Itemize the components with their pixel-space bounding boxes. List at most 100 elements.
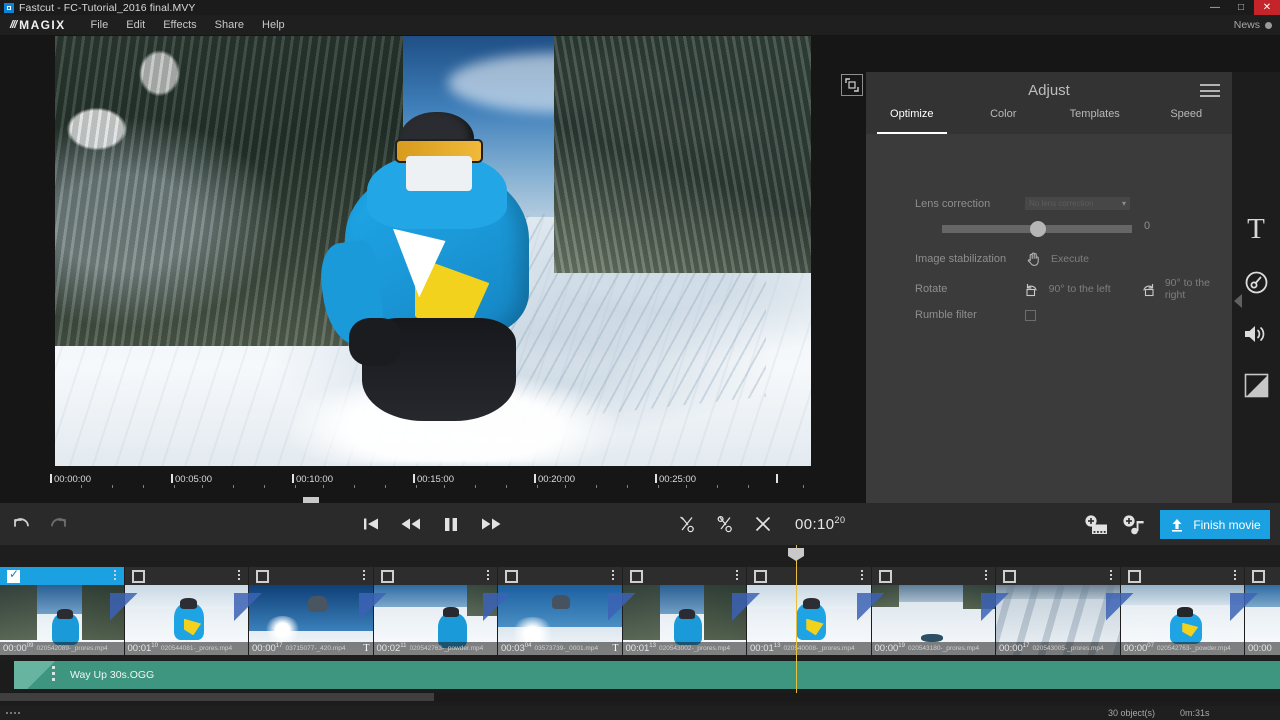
storyboard-playhead[interactable] [788, 545, 804, 693]
scissors-icon[interactable] [714, 513, 736, 535]
clip-header [0, 567, 124, 585]
clip-checkbox[interactable] [878, 569, 892, 583]
clip-menu-icon[interactable] [362, 570, 365, 580]
rotate-left-label[interactable]: 90° to the left [1049, 283, 1126, 295]
clip-checkbox[interactable] [380, 569, 394, 583]
clip-header [249, 567, 373, 585]
hamburger-icon[interactable] [1200, 84, 1220, 97]
storyboard-clip[interactable]: 00:0007 020542763-_powder.mp4 [1120, 567, 1258, 655]
clip-checkbox[interactable] [7, 568, 20, 583]
rumble-filter-checkbox[interactable] [1025, 309, 1036, 321]
fast-forward-icon[interactable] [480, 513, 502, 535]
close-button[interactable]: ✕ [1254, 0, 1280, 15]
tab-color[interactable]: Color [958, 108, 1050, 130]
title-bar: Fastcut - FC-Tutorial_2016 final.MVY — □… [0, 0, 1280, 15]
storyboard-clip[interactable]: 00:0017 020543005-_prores.mp4 [996, 567, 1134, 655]
add-video-icon[interactable] [1084, 514, 1110, 536]
lens-correction-slider[interactable] [942, 221, 1132, 237]
clip-checkbox[interactable] [505, 569, 518, 583]
clip-checkbox[interactable] [256, 569, 269, 583]
clip-menu-icon[interactable] [1109, 570, 1112, 580]
clip-checkbox[interactable] [1252, 569, 1265, 583]
clip-menu-icon[interactable] [1234, 570, 1236, 580]
audio-track[interactable]: Way Up 30s.OGG [14, 661, 1280, 689]
storyboard-clip[interactable]: 00:0113 020543002-_prores.mp4 [622, 567, 760, 655]
clip-checkbox[interactable] [754, 569, 767, 583]
storyboard-clip[interactable]: 00:00 [1245, 567, 1280, 655]
ruler-label: 00:15:00 [417, 474, 454, 485]
minimize-button[interactable]: — [1202, 0, 1228, 15]
execute-button[interactable]: Execute [1051, 253, 1089, 265]
rotate-right-icon[interactable] [1139, 280, 1157, 298]
maximize-button[interactable]: □ [1228, 0, 1254, 15]
pause-icon[interactable] [440, 513, 462, 535]
clip-checkbox[interactable] [131, 569, 145, 583]
storyboard-clip[interactable]: 00:0304 03573739-_0001.mp4 T [498, 567, 636, 655]
clip-info: 00:0017 020543005-_prores.mp4 [996, 642, 1120, 655]
contrast-icon[interactable] [1232, 360, 1280, 410]
speedometer-icon[interactable] [1232, 257, 1280, 307]
work-area: 00:00:00 00:05:00 00:10:00 00:15:00 00:2… [0, 36, 1280, 539]
clip-checkbox[interactable] [1127, 569, 1141, 583]
clip-info: 00:0017 03715077-_420.mp4 T [249, 642, 373, 655]
menu-file[interactable]: File [82, 15, 118, 36]
clip-menu-icon[interactable] [113, 570, 116, 580]
rotate-left-icon[interactable] [1023, 280, 1041, 298]
undo-icon[interactable] [10, 515, 32, 535]
clip-checkbox[interactable] [629, 569, 643, 583]
image-stabilization-label: Image stabilization [915, 253, 1007, 265]
text-icon[interactable]: T [1232, 204, 1280, 254]
horizontal-scrollbar[interactable] [0, 692, 1280, 702]
tab-templates[interactable]: Templates [1049, 108, 1141, 130]
menu-share[interactable]: Share [206, 15, 253, 36]
resize-grip-icon [6, 712, 20, 714]
storyboard: 00:0009020542089-_prores.mp400:011002054… [0, 545, 1280, 660]
tab-optimize[interactable]: Optimize [866, 108, 958, 134]
clip-menu-icon[interactable] [238, 570, 240, 580]
redo-icon[interactable] [48, 515, 70, 535]
storyboard-clip[interactable]: 00:0009020542089-_prores.mp4 [0, 567, 138, 655]
menu-help[interactable]: Help [253, 15, 294, 36]
finish-movie-button[interactable]: Finish movie [1160, 510, 1270, 539]
delete-icon[interactable] [752, 513, 774, 535]
rewind-icon[interactable] [400, 513, 422, 535]
tab-speed[interactable]: Speed [1141, 108, 1233, 130]
scrollbar-thumb[interactable] [0, 693, 434, 701]
clip-strip[interactable]: 00:0009020542089-_prores.mp400:011002054… [0, 567, 1280, 655]
storyboard-clip[interactable]: 00:0019 020543180-_prores.mp4 [871, 567, 1009, 655]
menu-effects[interactable]: Effects [154, 15, 205, 36]
clip-menu-icon[interactable] [611, 570, 614, 580]
clip-menu-icon[interactable] [985, 570, 987, 580]
slider-knob[interactable] [1030, 221, 1046, 237]
storyboard-clip[interactable]: 00:0211 020542763-_powder.mp4 [373, 567, 511, 655]
storyboard-clip[interactable]: 00:0113 020540008-_prores.mp4 [747, 567, 885, 655]
timeline-ruler[interactable]: 00:00:00 00:05:00 00:10:00 00:15:00 00:2… [48, 472, 820, 498]
fullscreen-icon[interactable] [841, 74, 863, 96]
storyboard-clip[interactable]: 00:0110 020544081-_prores.mp4 [124, 567, 262, 655]
clip-filename: 020543002-_prores.mp4 [658, 645, 731, 652]
clip-duration: 00:0113 [625, 642, 656, 655]
window-controls: — □ ✕ [1202, 0, 1280, 15]
clip-header [1245, 567, 1280, 585]
skip-to-start-icon[interactable] [360, 513, 382, 535]
speaker-icon[interactable] [1232, 309, 1280, 359]
clip-menu-icon[interactable] [860, 570, 863, 580]
rotate-right-label[interactable]: 90° to the right [1165, 277, 1232, 301]
clip-header [373, 567, 497, 585]
storyboard-clip[interactable]: 00:0017 03715077-_420.mp4 T [249, 567, 387, 655]
trim-start-icon[interactable] [676, 513, 698, 535]
clip-thumbnail: 00:0211 020542763-_powder.mp4 [373, 585, 497, 655]
upload-icon [1172, 518, 1183, 532]
lens-correction-select[interactable]: No lens correction ▾ [1025, 197, 1130, 210]
clip-checkbox[interactable] [1003, 569, 1016, 583]
window-title: Fastcut - FC-Tutorial_2016 final.MVY [19, 1, 196, 14]
audio-track-menu-icon[interactable] [52, 666, 55, 681]
video-preview[interactable] [55, 36, 811, 466]
news-indicator[interactable]: News [1234, 19, 1272, 31]
hand-icon[interactable] [1025, 250, 1043, 268]
menu-edit[interactable]: Edit [117, 15, 154, 36]
clip-menu-icon[interactable] [736, 570, 738, 580]
add-audio-icon[interactable] [1122, 514, 1148, 536]
clip-menu-icon[interactable] [487, 570, 489, 580]
ruler-label: 00:10:00 [296, 474, 333, 485]
